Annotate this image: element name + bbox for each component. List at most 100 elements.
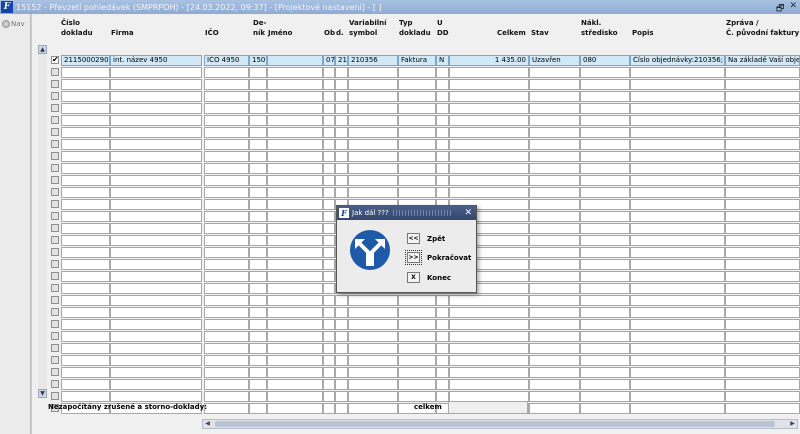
- cell-denik[interactable]: [249, 331, 267, 342]
- cell-firma[interactable]: [110, 139, 202, 150]
- cell-stav[interactable]: [529, 307, 580, 318]
- cell-typ[interactable]: [398, 379, 436, 390]
- cell-udd[interactable]: [436, 163, 449, 174]
- cell-zprava[interactable]: [725, 295, 800, 306]
- cell-zprava[interactable]: [725, 151, 800, 162]
- cell-cislo[interactable]: [61, 67, 110, 78]
- row-checkbox[interactable]: [51, 284, 59, 292]
- cell-celkem[interactable]: [449, 295, 529, 306]
- cell-denik[interactable]: [249, 139, 267, 150]
- cell-denik[interactable]: [249, 199, 267, 210]
- column-header-vs[interactable]: Variabilní symbol: [349, 18, 387, 38]
- cell-firma[interactable]: [110, 103, 202, 114]
- cell-firma[interactable]: [110, 295, 202, 306]
- cell-jmeno[interactable]: [267, 331, 323, 342]
- cell-firma[interactable]: [110, 211, 202, 222]
- cell-jmeno[interactable]: [267, 91, 323, 102]
- cell-vs[interactable]: [348, 307, 398, 318]
- cell-vs[interactable]: [348, 319, 398, 330]
- cell-strediska[interactable]: [580, 91, 630, 102]
- cell-stav[interactable]: [529, 259, 580, 270]
- cell-stav[interactable]: [529, 139, 580, 150]
- cell-cislo[interactable]: [61, 151, 110, 162]
- cell-ob[interactable]: [323, 391, 335, 402]
- cell-firma[interactable]: [110, 271, 202, 282]
- cell-vs[interactable]: [348, 367, 398, 378]
- cell-ico[interactable]: [204, 283, 249, 294]
- cell-udd[interactable]: [436, 103, 449, 114]
- cell-celkem[interactable]: [449, 151, 529, 162]
- cell-d[interactable]: [335, 79, 348, 90]
- column-header-typ[interactable]: Typ dokladu: [399, 18, 431, 38]
- cell-denik[interactable]: [249, 163, 267, 174]
- end-button[interactable]: X Konec: [407, 272, 451, 283]
- cell-udd[interactable]: [436, 79, 449, 90]
- cell-zprava[interactable]: [725, 115, 800, 126]
- cell-stav[interactable]: [529, 271, 580, 282]
- cell-typ[interactable]: [398, 355, 436, 366]
- cell-cislo[interactable]: [61, 379, 110, 390]
- row-checkbox[interactable]: [51, 332, 59, 340]
- cell-strediska[interactable]: [580, 295, 630, 306]
- cell-stav[interactable]: Uzavřen: [529, 55, 580, 66]
- cell-strediska[interactable]: [580, 283, 630, 294]
- cell-popis[interactable]: [630, 283, 725, 294]
- cell-ob[interactable]: [323, 259, 335, 270]
- cell-typ[interactable]: [398, 367, 436, 378]
- cell-popis[interactable]: Číslo objednávky:210356; D: [630, 55, 725, 66]
- cell-vs[interactable]: [348, 115, 398, 126]
- cell-ob[interactable]: [323, 367, 335, 378]
- cell-ico[interactable]: [204, 223, 249, 234]
- cell-popis[interactable]: [630, 247, 725, 258]
- cell-ob[interactable]: [323, 115, 335, 126]
- cell-stav[interactable]: [529, 103, 580, 114]
- cell-popis[interactable]: [630, 199, 725, 210]
- cell-d[interactable]: [335, 163, 348, 174]
- cell-cislo[interactable]: [61, 331, 110, 342]
- column-header-d[interactable]: d.: [336, 28, 344, 38]
- cell-zprava[interactable]: [725, 223, 800, 234]
- cell-zprava[interactable]: [725, 199, 800, 210]
- cell-celkem[interactable]: [449, 307, 529, 318]
- cell-ico[interactable]: [204, 211, 249, 222]
- row-checkbox[interactable]: [51, 260, 59, 268]
- cell-stav[interactable]: [529, 367, 580, 378]
- cell-denik[interactable]: [249, 211, 267, 222]
- horizontal-scrollbar[interactable]: ◀ ▶: [202, 419, 798, 429]
- cell-denik[interactable]: [249, 151, 267, 162]
- column-header-ob[interactable]: Ob: [324, 28, 335, 38]
- cell-zprava[interactable]: Na základě Vaší obje: [725, 55, 800, 66]
- cell-strediska[interactable]: [580, 115, 630, 126]
- cell-strediska[interactable]: [580, 67, 630, 78]
- cell-stav[interactable]: [529, 91, 580, 102]
- cell-d[interactable]: [335, 307, 348, 318]
- cell-denik[interactable]: [249, 247, 267, 258]
- cell-strediska[interactable]: [580, 151, 630, 162]
- cell-denik[interactable]: [249, 391, 267, 402]
- cell-cislo[interactable]: [61, 211, 110, 222]
- cell-vs[interactable]: [348, 151, 398, 162]
- cell-typ[interactable]: [398, 103, 436, 114]
- cell-popis[interactable]: [630, 235, 725, 246]
- cell-stav[interactable]: [529, 211, 580, 222]
- cell-zprava[interactable]: [725, 127, 800, 138]
- cell-d[interactable]: [335, 103, 348, 114]
- cell-zprava[interactable]: [725, 187, 800, 198]
- cell-celkem[interactable]: [449, 319, 529, 330]
- cell-strediska[interactable]: [580, 127, 630, 138]
- cell-strediska[interactable]: [580, 211, 630, 222]
- cell-ico[interactable]: [204, 391, 249, 402]
- cell-ob[interactable]: [323, 103, 335, 114]
- cell-denik[interactable]: [249, 295, 267, 306]
- cell-popis[interactable]: [630, 391, 725, 402]
- cell-stav[interactable]: [529, 223, 580, 234]
- cell-denik[interactable]: [249, 103, 267, 114]
- cell-cislo[interactable]: [61, 235, 110, 246]
- cell-d[interactable]: [335, 367, 348, 378]
- cell-udd[interactable]: [436, 67, 449, 78]
- cell-d[interactable]: [335, 379, 348, 390]
- cell-strediska[interactable]: [580, 163, 630, 174]
- cell-ico[interactable]: [204, 355, 249, 366]
- cell-zprava[interactable]: [725, 247, 800, 258]
- cell-celkem[interactable]: [449, 343, 529, 354]
